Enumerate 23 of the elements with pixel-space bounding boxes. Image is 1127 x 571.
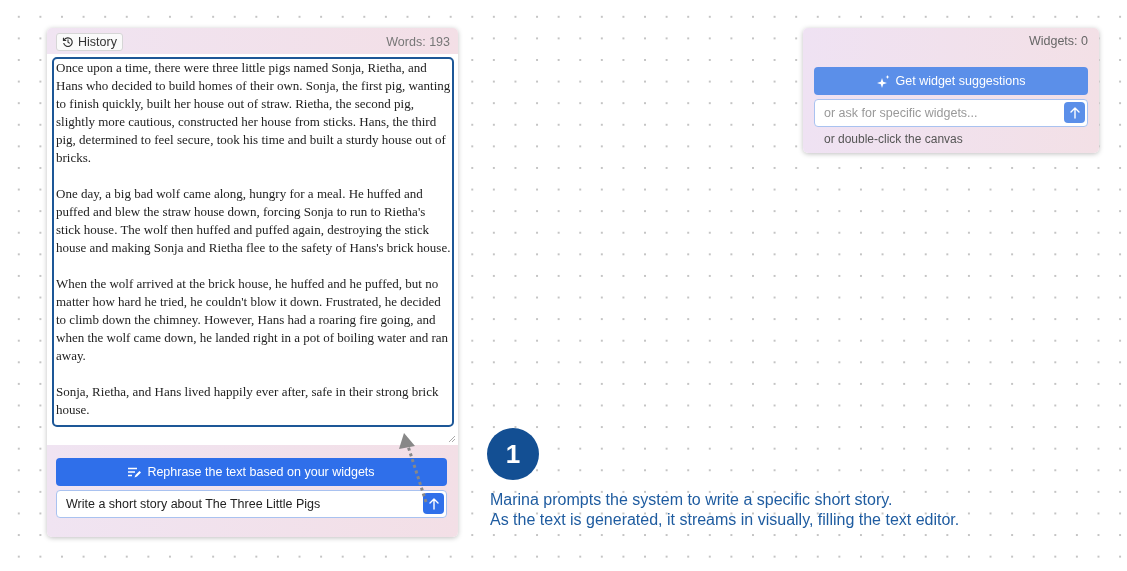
step-number: 1 [487,428,539,480]
history-button[interactable]: History [56,33,123,51]
sparkle-icon [876,74,890,88]
edit-lines-icon [128,466,142,478]
arrow-up-icon [1069,106,1080,119]
story-paragraph: When the wolf arrived at the brick house, he huffed and he puffed, but no matter how hard he tried, he couldn't blow it down. Frustrated, he decided to climb down the chimney. However, Hans had a roaring fire going, and when the wolf came down, he landed right in a pot of boiling water and ran away. [56,275,450,365]
story-paragraph: Once upon a time, there were three little pigs named Sonja, Rietha, and Hans who decided to build homes of their own. Sonja, the first pig, wanting to finish quickly, built her house out of straw. Rietha, the second pig, slightly more cautious, constructed her house from sticks. Hans, the third pig, determined to feel secure, took his time and built a sturdy house out of bricks. [56,59,452,167]
caption-line: Marina prompts the system to write a specific short story. [490,490,894,510]
send-button[interactable] [423,493,444,514]
resize-handle-icon[interactable] [448,435,456,443]
rephrase-button[interactable]: Rephrase the text based on your widgets [56,458,447,486]
text-editor[interactable] [52,57,454,427]
widget-request-field[interactable]: or ask for specific widgets... [814,99,1088,127]
arrow-up-icon [428,497,439,510]
send-button[interactable] [1064,102,1085,123]
prompt-field[interactable]: Write a short story about The Three Little Pigs [56,490,447,518]
story-paragraph: One day, a big bad wolf came along, hungry for a meal. He huffed and puffed and blew the straw house down, forcing Sonja to run to Rietha's stick house. The wolf then huffed and puffed again, destroying the stick house and making Sonja and Rietha flee to the safety of Hans's brick house. [56,185,452,257]
caption-line: As the text is generated, it streams in visually, filling the text editor. [490,510,960,530]
hint-text: or double-click the canvas [824,132,964,146]
history-icon [62,36,74,48]
widget-count: Widgets: 0 [1028,34,1088,48]
story-paragraph: Sonja, Rietha, and Hans lived happily ever after, safe in their strong brick house. [56,383,440,419]
word-count: Words: 193 [386,35,450,49]
